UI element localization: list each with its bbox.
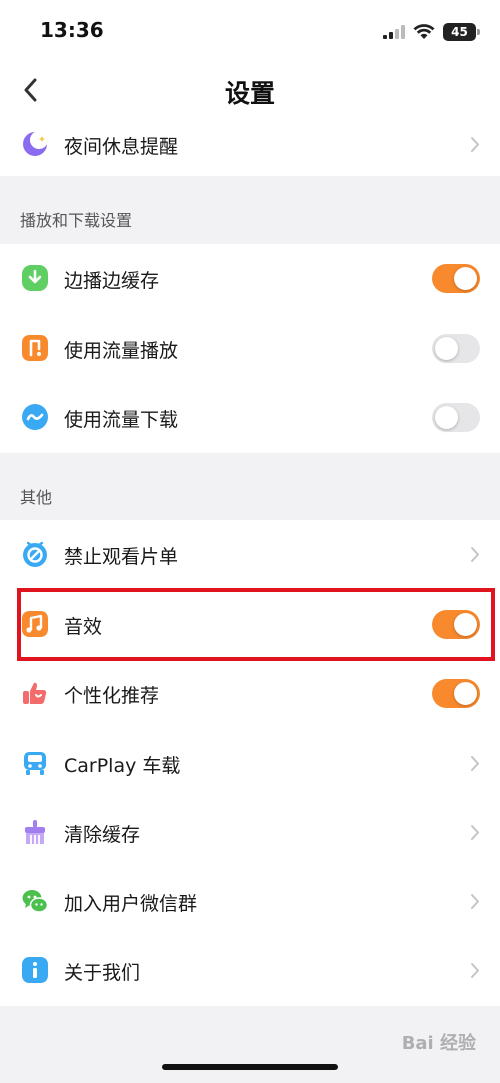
toggle-knob bbox=[454, 267, 477, 290]
settings-row-label: 使用流量播放 bbox=[64, 340, 179, 362]
settings-row-carplay[interactable]: CarPlay 车载 bbox=[0, 729, 500, 798]
home-indicator[interactable] bbox=[162, 1064, 338, 1070]
chevron-right-icon bbox=[471, 547, 479, 562]
settings-row-label: 个性化推荐 bbox=[64, 685, 160, 707]
section-header-other: 其他 bbox=[20, 488, 53, 507]
settings-row-cache-while-playing: 边播边缓存 bbox=[0, 244, 500, 313]
block-icon bbox=[23, 541, 47, 567]
annotation-highlight-box bbox=[17, 588, 495, 661]
info-icon bbox=[22, 957, 48, 983]
settings-row-blocked-playlists[interactable]: 禁止观看片单 bbox=[0, 520, 500, 589]
settings-row-label: 清除缓存 bbox=[64, 824, 141, 846]
chevron-right-icon bbox=[471, 137, 479, 152]
broom-icon bbox=[25, 820, 45, 844]
cellular-signal-icon bbox=[383, 25, 405, 39]
wifi-icon bbox=[413, 24, 435, 39]
toggle-knob bbox=[435, 337, 458, 360]
wechat-icon bbox=[22, 890, 48, 913]
data-download-icon bbox=[22, 404, 48, 430]
chevron-right-icon bbox=[471, 825, 479, 840]
data-play-icon bbox=[22, 335, 48, 361]
battery-indicator: 45 bbox=[443, 23, 480, 41]
download-with-data-toggle[interactable] bbox=[432, 403, 480, 432]
chevron-right-icon bbox=[471, 756, 479, 771]
playback-settings-group: 边播边缓存 使用流量播放 使用流量下载 bbox=[0, 244, 500, 453]
watermark: Bai 经验 bbox=[401, 1033, 476, 1054]
settings-row-clear-cache[interactable]: 清除缓存 bbox=[0, 798, 500, 867]
chevron-right-icon bbox=[471, 963, 479, 978]
thumbs-up-icon bbox=[23, 682, 47, 704]
page-title: 设置 bbox=[224, 79, 275, 108]
settings-row-label: 关于我们 bbox=[64, 962, 141, 984]
settings-row-personalized-recommendations: 个性化推荐 bbox=[0, 659, 500, 728]
settings-row-label: 加入用户微信群 bbox=[64, 893, 198, 915]
settings-row-wechat-group[interactable]: 加入用户微信群 bbox=[0, 867, 500, 936]
status-bar: 13:36 45 bbox=[0, 0, 500, 62]
settings-row-play-with-data: 使用流量播放 bbox=[0, 314, 500, 383]
settings-row-label: 边播边缓存 bbox=[64, 270, 160, 292]
personalized-recommendations-toggle[interactable] bbox=[432, 679, 480, 708]
status-time: 13:36 bbox=[40, 18, 104, 42]
settings-row-label: 夜间休息提醒 bbox=[64, 136, 179, 158]
cache-while-playing-toggle[interactable] bbox=[432, 264, 480, 293]
play-with-data-toggle[interactable] bbox=[432, 334, 480, 363]
toggle-knob bbox=[454, 682, 477, 705]
top-settings-group: 夜间休息提醒 bbox=[0, 118, 500, 176]
moon-icon bbox=[23, 131, 48, 156]
settings-row-download-with-data: 使用流量下载 bbox=[0, 383, 500, 452]
car-icon bbox=[24, 752, 46, 775]
battery-level: 45 bbox=[451, 25, 468, 39]
settings-row-night-reminder[interactable]: 夜间休息提醒 bbox=[0, 110, 500, 179]
status-icons: 45 bbox=[383, 22, 480, 42]
chevron-right-icon bbox=[471, 894, 479, 909]
settings-row-label: 使用流量下载 bbox=[64, 409, 179, 431]
toggle-knob bbox=[435, 406, 458, 429]
settings-row-label: CarPlay 车载 bbox=[64, 755, 181, 777]
settings-row-label: 禁止观看片单 bbox=[64, 546, 179, 568]
section-header-playback: 播放和下载设置 bbox=[20, 211, 133, 230]
download-cache-icon bbox=[22, 265, 48, 291]
settings-row-about-us[interactable]: 关于我们 bbox=[0, 936, 500, 1005]
